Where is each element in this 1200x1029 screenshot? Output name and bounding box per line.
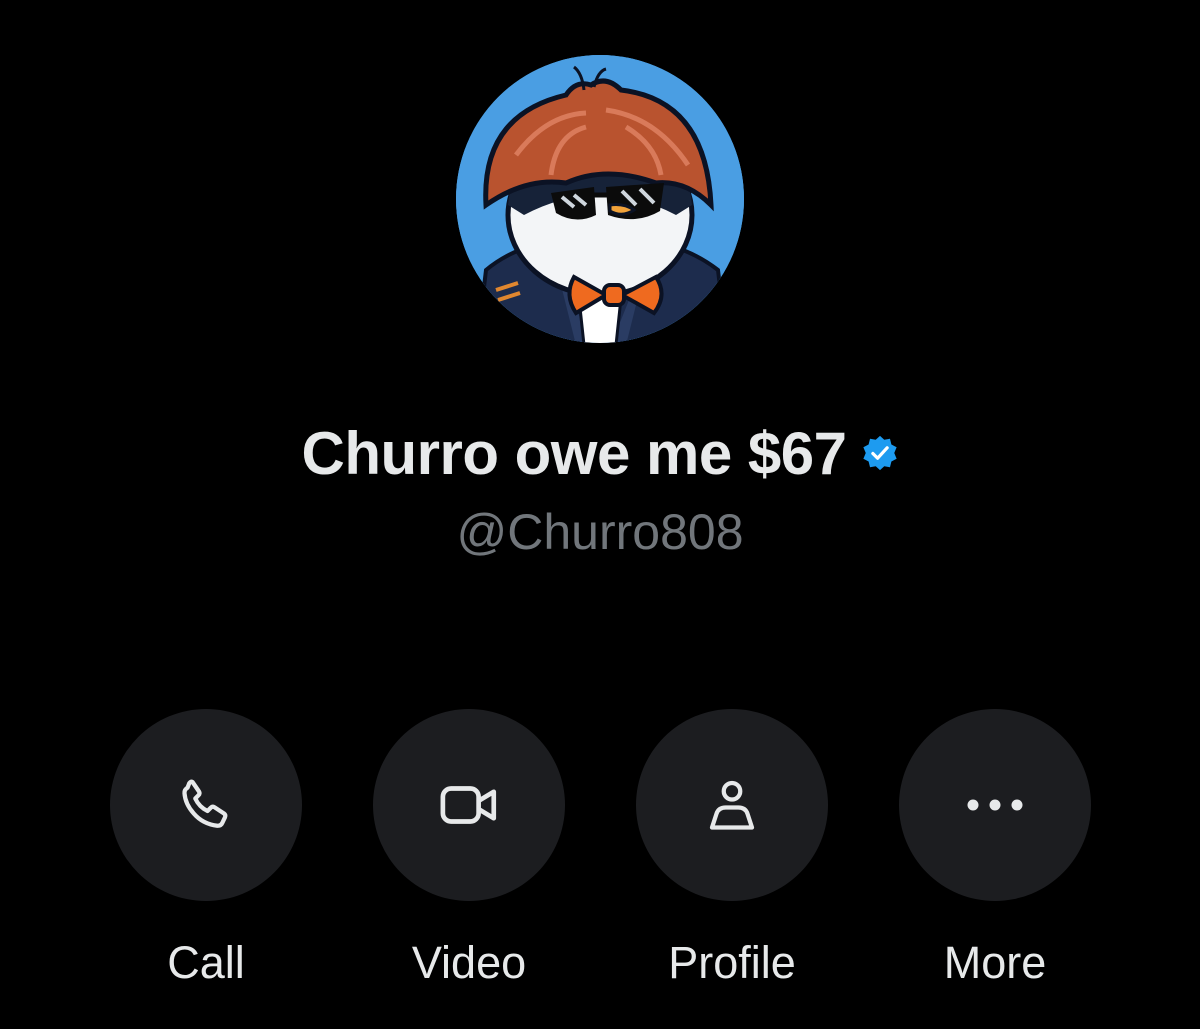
- more-dots-icon: [967, 799, 1023, 811]
- more-button[interactable]: More: [899, 709, 1091, 1009]
- avatar[interactable]: [456, 55, 744, 343]
- call-button[interactable]: Call: [110, 709, 302, 1009]
- penguin-avatar-icon: [456, 55, 744, 343]
- person-icon: [709, 780, 755, 830]
- more-label: More: [943, 937, 1047, 988]
- verified-badge-icon: [861, 434, 899, 472]
- name-row: Churro owe me $67: [0, 418, 1200, 488]
- more-button-circle[interactable]: [899, 709, 1091, 901]
- profile-button[interactable]: Profile: [636, 709, 828, 1009]
- display-name: Churro owe me $67: [301, 419, 847, 487]
- profile-label: Profile: [668, 937, 796, 988]
- phone-icon: [182, 779, 228, 828]
- profile-button-circle[interactable]: [636, 709, 828, 901]
- call-label: Call: [167, 937, 245, 988]
- video-button[interactable]: Video: [373, 709, 565, 1009]
- call-button-circle[interactable]: [110, 709, 302, 901]
- video-camera-icon: [440, 786, 497, 824]
- video-label: Video: [411, 937, 527, 988]
- video-button-circle[interactable]: [373, 709, 565, 901]
- handle[interactable]: @Churro808: [0, 503, 1200, 561]
